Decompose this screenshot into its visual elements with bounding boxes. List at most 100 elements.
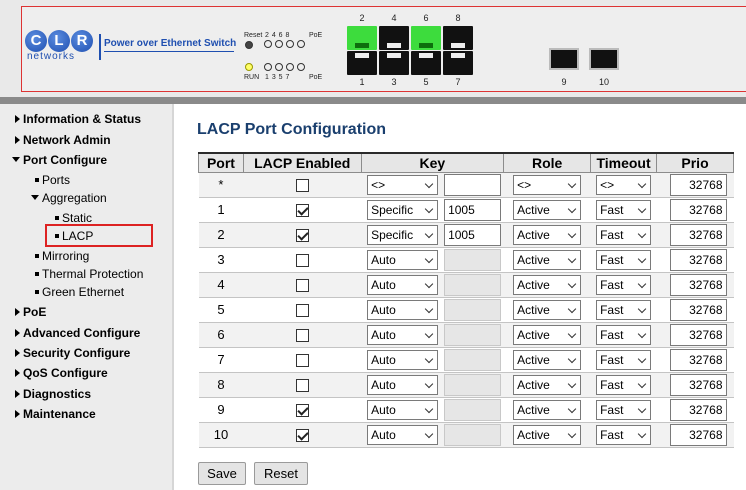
- poe-led-8: [297, 40, 305, 48]
- prio-input[interactable]: 32768: [669, 198, 727, 221]
- role-select[interactable]: Active: [513, 399, 582, 420]
- lacp-enabled-checkbox[interactable]: [295, 304, 309, 318]
- key-mode-select[interactable]: Auto: [367, 424, 439, 445]
- key-value-input[interactable]: 1005: [444, 198, 502, 221]
- timeout-cell: Fast: [590, 222, 657, 248]
- timeout-select[interactable]: Fast: [596, 199, 652, 220]
- sidebar-item-network-admin[interactable]: Network Admin: [15, 133, 111, 147]
- key-value-input[interactable]: [444, 173, 502, 196]
- reset-button[interactable]: Reset: [254, 462, 308, 485]
- role-select[interactable]: Active: [513, 424, 582, 445]
- key-mode-select[interactable]: Auto: [367, 249, 439, 270]
- role-select[interactable]: Active: [513, 224, 582, 245]
- sidebar-item-ports[interactable]: Ports: [35, 173, 70, 187]
- lacp-enabled-checkbox[interactable]: [295, 229, 309, 243]
- timeout-select[interactable]: <>: [596, 174, 652, 195]
- timeout-select[interactable]: Fast: [596, 224, 652, 245]
- key-mode-select[interactable]: Auto: [367, 399, 439, 420]
- sidebar-item-static[interactable]: Static: [55, 211, 92, 225]
- prio-input[interactable]: 32768: [669, 423, 727, 446]
- prio-input[interactable]: 32768: [669, 223, 727, 246]
- port-3-icon[interactable]: [379, 51, 409, 75]
- prio-input[interactable]: 32768: [669, 248, 727, 271]
- role-select[interactable]: Active: [513, 374, 582, 395]
- sidebar-item-maintenance[interactable]: Maintenance: [15, 407, 96, 421]
- sidebar-item-green-ethernet[interactable]: Green Ethernet: [35, 285, 124, 299]
- save-button[interactable]: Save: [198, 462, 246, 485]
- sidebar-item-aggregation[interactable]: Aggregation: [31, 191, 107, 205]
- port-4-icon[interactable]: [379, 26, 409, 50]
- port-6-icon[interactable]: [411, 26, 441, 50]
- lacp-enabled-checkbox[interactable]: [295, 429, 309, 443]
- key-mode-select[interactable]: Auto: [367, 349, 439, 370]
- prio-input[interactable]: 32768: [669, 273, 727, 296]
- prio-input[interactable]: 32768: [669, 173, 727, 196]
- key-mode-select[interactable]: Specific: [367, 199, 439, 220]
- key-mode-select[interactable]: <>: [367, 174, 439, 195]
- port-8-icon[interactable]: [443, 26, 473, 50]
- sidebar-item-advanced-configure[interactable]: Advanced Configure: [15, 326, 140, 340]
- led-top-poe-label: PoE: [309, 32, 323, 39]
- role-select[interactable]: Active: [513, 349, 582, 370]
- lacp-enabled-checkbox[interactable]: [295, 379, 309, 393]
- lacp-enabled-checkbox[interactable]: [295, 354, 309, 368]
- key-mode-select[interactable]: Auto: [367, 324, 439, 345]
- key-mode-select[interactable]: Auto: [367, 299, 439, 320]
- lacp-enabled-checkbox[interactable]: [295, 179, 309, 193]
- role-cell: Active: [503, 247, 591, 273]
- lacp-enabled-cell: [243, 372, 362, 398]
- led-reset-label: Reset: [244, 32, 263, 39]
- port-cell: 3: [198, 247, 244, 273]
- sidebar-item-security-configure[interactable]: Security Configure: [15, 346, 130, 360]
- prio-input[interactable]: 32768: [669, 323, 727, 346]
- prio-input[interactable]: 32768: [669, 373, 727, 396]
- sidebar-item-diagnostics[interactable]: Diagnostics: [15, 387, 91, 401]
- port-5-icon[interactable]: [411, 51, 441, 75]
- role-select[interactable]: Active: [513, 324, 582, 345]
- key-mode-select[interactable]: Auto: [367, 274, 439, 295]
- lacp-enabled-checkbox[interactable]: [295, 404, 309, 418]
- port-1-icon[interactable]: [347, 51, 377, 75]
- port-label-8: 8: [455, 13, 461, 23]
- prio-input[interactable]: 32768: [669, 298, 727, 321]
- key-mode-select[interactable]: Auto: [367, 374, 439, 395]
- timeout-select[interactable]: Fast: [596, 424, 652, 445]
- lacp-enabled-cell: [243, 247, 362, 273]
- sidebar-item-thermal-protection[interactable]: Thermal Protection: [35, 267, 143, 281]
- sidebar-item-qos-configure[interactable]: QoS Configure: [15, 366, 108, 380]
- sidebar-item-port-configure[interactable]: Port Configure: [12, 153, 107, 167]
- role-select[interactable]: Active: [513, 299, 582, 320]
- timeout-select[interactable]: Fast: [596, 399, 652, 420]
- lacp-enabled-checkbox[interactable]: [295, 279, 309, 293]
- logo-letter-l: L: [48, 30, 70, 52]
- sfp-port-9-icon[interactable]: [549, 48, 579, 70]
- timeout-select[interactable]: Fast: [596, 299, 652, 320]
- role-select[interactable]: Active: [513, 199, 582, 220]
- role-select[interactable]: Active: [513, 274, 582, 295]
- key-value-input[interactable]: 1005: [444, 223, 502, 246]
- run-led: [245, 63, 253, 71]
- poe-led-2: [264, 40, 272, 48]
- lacp-enabled-checkbox[interactable]: [295, 329, 309, 343]
- port-7-icon[interactable]: [443, 51, 473, 75]
- sidebar-item-mirroring[interactable]: Mirroring: [35, 249, 89, 263]
- sfp-port-10-icon[interactable]: [589, 48, 619, 70]
- timeout-select[interactable]: Fast: [596, 249, 652, 270]
- port-2-icon[interactable]: [347, 26, 377, 50]
- timeout-select[interactable]: Fast: [596, 324, 652, 345]
- key-mode-select[interactable]: Specific: [367, 224, 439, 245]
- port-cell: 6: [198, 322, 244, 348]
- timeout-select[interactable]: Fast: [596, 274, 652, 295]
- prio-input[interactable]: 32768: [669, 348, 727, 371]
- role-select[interactable]: Active: [513, 249, 582, 270]
- prio-cell: 32768: [656, 172, 734, 198]
- lacp-enabled-checkbox[interactable]: [295, 204, 309, 218]
- sidebar-item-information-status[interactable]: Information & Status: [15, 112, 141, 126]
- timeout-select[interactable]: Fast: [596, 374, 652, 395]
- sidebar-item-poe[interactable]: PoE: [15, 305, 46, 319]
- role-select[interactable]: <>: [513, 174, 582, 195]
- timeout-select[interactable]: Fast: [596, 349, 652, 370]
- port-label-2: 2: [359, 13, 365, 23]
- lacp-enabled-checkbox[interactable]: [295, 254, 309, 268]
- prio-input[interactable]: 32768: [669, 398, 727, 421]
